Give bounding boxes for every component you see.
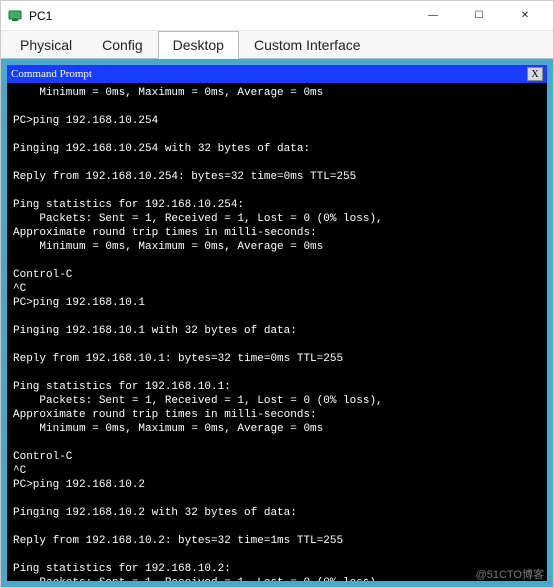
tab-desktop[interactable]: Desktop [158,31,239,59]
window-title: PC1 [29,9,411,23]
tab-config[interactable]: Config [87,31,157,58]
app-window: PC1 — ☐ ✕ Physical Config Desktop Custom… [0,0,554,588]
window-buttons: — ☐ ✕ [411,2,547,30]
terminal-output[interactable]: Minimum = 0ms, Maximum = 0ms, Average = … [7,83,547,581]
tab-custom-interface[interactable]: Custom Interface [239,31,376,58]
close-button[interactable]: ✕ [503,2,547,30]
tab-bar: Physical Config Desktop Custom Interface [1,31,553,59]
desktop-workspace: Command Prompt X Minimum = 0ms, Maximum … [1,59,553,587]
titlebar[interactable]: PC1 — ☐ ✕ [1,1,553,31]
app-icon [7,8,23,24]
tab-physical[interactable]: Physical [5,31,87,58]
maximize-button[interactable]: ☐ [457,2,501,30]
command-prompt-title: Command Prompt [11,68,527,80]
minimize-button[interactable]: — [411,2,455,30]
command-prompt-close-button[interactable]: X [527,67,543,81]
command-prompt-titlebar[interactable]: Command Prompt X [7,65,547,83]
